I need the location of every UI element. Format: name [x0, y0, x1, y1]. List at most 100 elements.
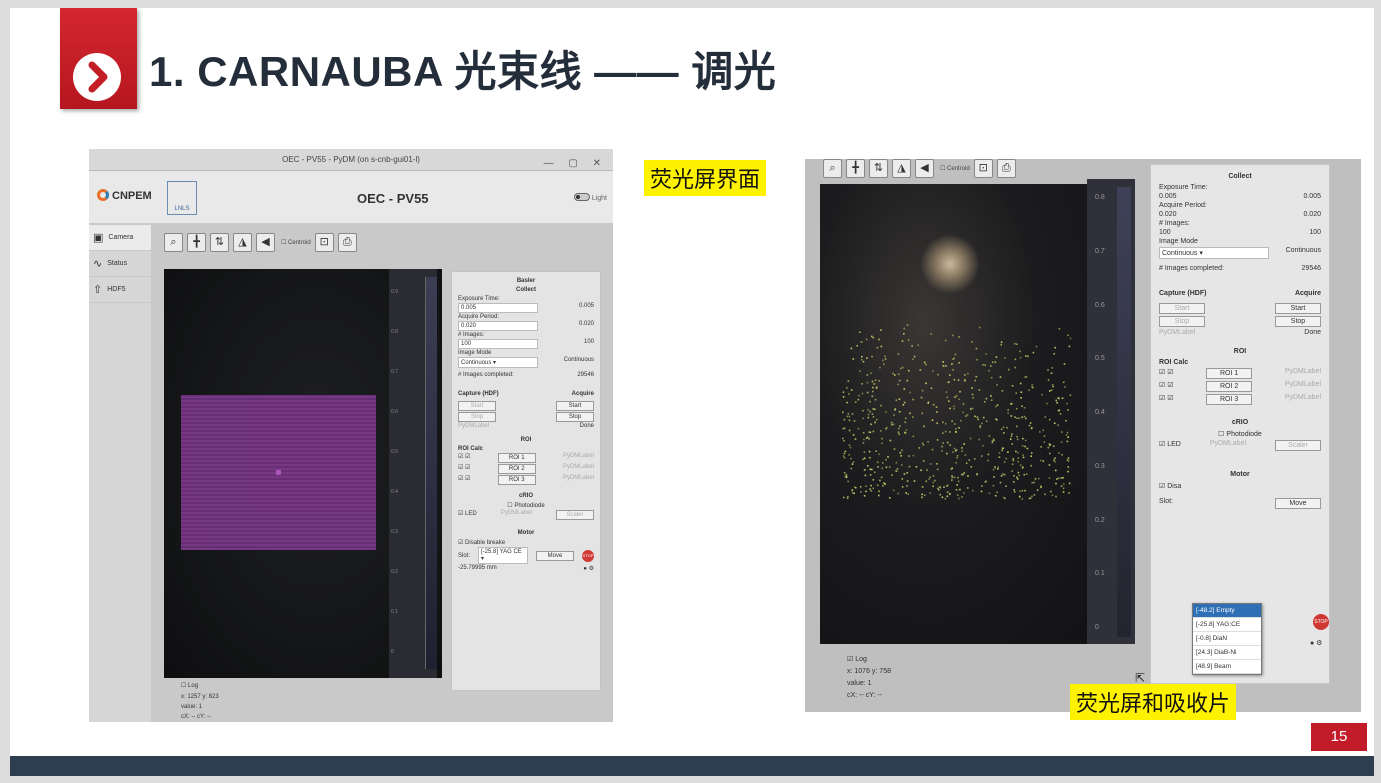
theme-toggle-label: Light	[591, 195, 607, 202]
exposure-input[interactable]: 0.005	[458, 303, 538, 313]
image-mode-select[interactable]: Continuous ▾	[458, 357, 538, 368]
rotate-icon[interactable]: ◀	[915, 159, 934, 178]
settings-icon[interactable]: ● ⚙	[1310, 639, 1322, 647]
capture-stop-button[interactable]: Stop	[1159, 316, 1205, 327]
roi-3-button[interactable]: ROI 3	[1206, 394, 1253, 405]
photodiode-value: PyDMLabel	[1209, 440, 1247, 447]
flip-horizontal-icon[interactable]: ◮	[892, 159, 911, 178]
photodiode-checkbox[interactable]: ☐ Photodiode	[1159, 430, 1321, 438]
capture-header: Capture (HDF)	[458, 391, 499, 397]
centroid-label: Centroid	[947, 166, 970, 172]
colorbar-tick-label: 0.3	[391, 529, 398, 535]
sidebar-item-camera[interactable]: ▣ Camera	[89, 225, 151, 251]
save-image-icon[interactable]: ⎙	[337, 233, 357, 252]
screenshot-photo-right: ⌕ ╋ ⇅ ◮ ◀ ☐ Centroid ⊡ ⎙ 0.8 0.7 0.6 0.5 0.4…	[805, 159, 1361, 712]
centroid-checkbox[interactable]: ☐ Centroid	[940, 165, 970, 172]
stop-icon[interactable]: STOP	[581, 549, 594, 562]
sidebar-item-hdf5[interactable]: ⇧ HDF5	[89, 277, 151, 303]
roi-2-checkbox[interactable]: ☑ ☑	[458, 464, 470, 474]
roi-3-checkbox[interactable]: ☑ ☑	[1159, 394, 1174, 405]
move-button[interactable]: Move	[535, 550, 574, 561]
capture-start-button[interactable]: Start	[458, 401, 496, 411]
roi-1-button[interactable]: ROI 1	[1206, 368, 1253, 379]
scaler-button[interactable]: Scaler	[555, 510, 594, 520]
image-toolbar: ⌕ ╋ ⇅ ◮ ◀ ☐ Centroid ⊡ ⎙	[823, 159, 1016, 178]
roi-3-value: PyDMLabel	[1284, 394, 1321, 401]
scaler-button[interactable]: Scaler	[1274, 440, 1321, 451]
exposure-label: Exposure Time:	[1159, 184, 1208, 191]
app-title: OEC - PV55	[357, 191, 429, 206]
acquire-status: Done	[1304, 329, 1321, 336]
capture-icon[interactable]: ⊡	[973, 159, 993, 178]
roi-2-checkbox[interactable]: ☑ ☑	[1159, 381, 1174, 392]
acquire-period-input[interactable]: 0.020	[458, 321, 538, 331]
acquire-stop-button[interactable]: Stop	[556, 412, 594, 422]
capture-icon[interactable]: ⊡	[314, 233, 334, 252]
slot-option[interactable]: [48.9] Beam	[1193, 660, 1261, 674]
disable-brake-checkbox[interactable]: ☑ Disa	[1159, 482, 1321, 490]
slot-option[interactable]: [-48.2] Empty	[1193, 604, 1261, 618]
exposure-input[interactable]: 0.005	[1159, 193, 1177, 200]
camera-icon: ▣	[93, 232, 104, 244]
camera-control-panel: Basler Collect Exposure Time: 0.005 0.005…	[451, 271, 601, 691]
slot-option[interactable]: [24.3] DiaB-Ni	[1193, 646, 1261, 660]
acquire-start-button[interactable]: Start	[1275, 303, 1321, 314]
photodiode-checkbox[interactable]: ☐ Photodiode	[458, 502, 594, 509]
rotate-icon[interactable]: ◀	[256, 233, 275, 252]
led-checkbox[interactable]: ☑ LED	[1159, 440, 1181, 451]
flip-vertical-icon[interactable]: ⇅	[869, 159, 888, 178]
roi-header: ROI	[520, 437, 532, 443]
status-icon: ∿	[93, 258, 103, 270]
cursor-position: x: 1257 y: 823	[181, 694, 219, 700]
zoom-icon[interactable]: ⌕	[823, 159, 842, 178]
colorbar-histogram[interactable]	[1117, 187, 1131, 637]
slot-dropdown-menu[interactable]: [-48.2] Empty [-25.8] YAG:CE [-0.8] DiaN…	[1192, 603, 1262, 675]
colorbar-histogram[interactable]	[425, 277, 437, 669]
flip-horizontal-icon[interactable]: ◮	[233, 233, 252, 252]
num-images-input[interactable]: 100	[458, 339, 538, 349]
log-checkbox[interactable]: ☑ Log	[847, 655, 867, 663]
zoom-icon[interactable]: ⌕	[164, 233, 183, 252]
sidebar-item-status[interactable]: ∿ Status	[89, 251, 151, 277]
app-header: CNPEM LNLS OEC - PV55 Light	[89, 171, 613, 223]
stop-icon[interactable]: STOP	[1313, 614, 1329, 630]
slot-option[interactable]: [-25.8] YAG:CE	[1193, 618, 1261, 632]
camera-image-view[interactable]	[820, 184, 1120, 644]
flip-vertical-icon[interactable]: ⇅	[210, 233, 229, 252]
led-checkbox[interactable]: ☑ LED	[458, 510, 477, 520]
theme-toggle[interactable]: Light	[573, 193, 607, 202]
window-titlebar: OEC - PV55 - PyDM (on s-cnb-gui01-l) — ▢…	[89, 149, 613, 171]
disable-brake-checkbox[interactable]: ☑ Disable breake	[458, 539, 594, 546]
crosshair-icon[interactable]: ╋	[187, 233, 206, 252]
capture-stop-button[interactable]: Stop	[458, 412, 496, 422]
acquire-period-input[interactable]: 0.020	[1159, 211, 1177, 218]
centroid-checkbox[interactable]: ☐ Centroid	[281, 239, 311, 246]
log-checkbox[interactable]: ☐ Log	[181, 682, 198, 689]
roi-3-checkbox[interactable]: ☑ ☑	[458, 475, 470, 485]
slot-option[interactable]: [-0.8] DiaN	[1193, 632, 1261, 646]
settings-icon[interactable]: ● ⚙	[583, 565, 594, 572]
acquire-header: Acquire	[1294, 290, 1321, 297]
fluorescence-spots	[842, 324, 1072, 500]
roi-2-button[interactable]: ROI 2	[497, 464, 536, 474]
roi-1-checkbox[interactable]: ☑ ☑	[458, 453, 470, 463]
acquire-start-button[interactable]: Start	[556, 401, 594, 411]
save-image-icon[interactable]: ⎙	[996, 159, 1016, 178]
num-images-input[interactable]: 100	[1159, 229, 1171, 236]
roi-2-button[interactable]: ROI 2	[1206, 381, 1253, 392]
image-mode-select[interactable]: Continuous ▾	[1159, 247, 1269, 259]
roi-1-button[interactable]: ROI 1	[497, 453, 536, 463]
cursor-position: x: 1076 y: 758	[847, 668, 891, 675]
acquire-stop-button[interactable]: Stop	[1275, 316, 1321, 327]
slot-select[interactable]: [-25.8] YAG CE ▾	[478, 547, 528, 564]
colorbar-tick-label: 0.8	[1095, 194, 1105, 201]
colorbar-tick-label: 0.4	[391, 489, 398, 495]
roi-2-value: PyDMLabel	[1284, 381, 1321, 388]
roi-3-button[interactable]: ROI 3	[497, 475, 536, 485]
capture-start-button[interactable]: Start	[1159, 303, 1205, 314]
images-completed-value: 29546	[577, 372, 594, 378]
crosshair-icon[interactable]: ╋	[846, 159, 865, 178]
disable-brake-label: Disable breake	[465, 540, 506, 546]
move-button[interactable]: Move	[1274, 498, 1321, 509]
roi-1-checkbox[interactable]: ☑ ☑	[1159, 368, 1174, 379]
